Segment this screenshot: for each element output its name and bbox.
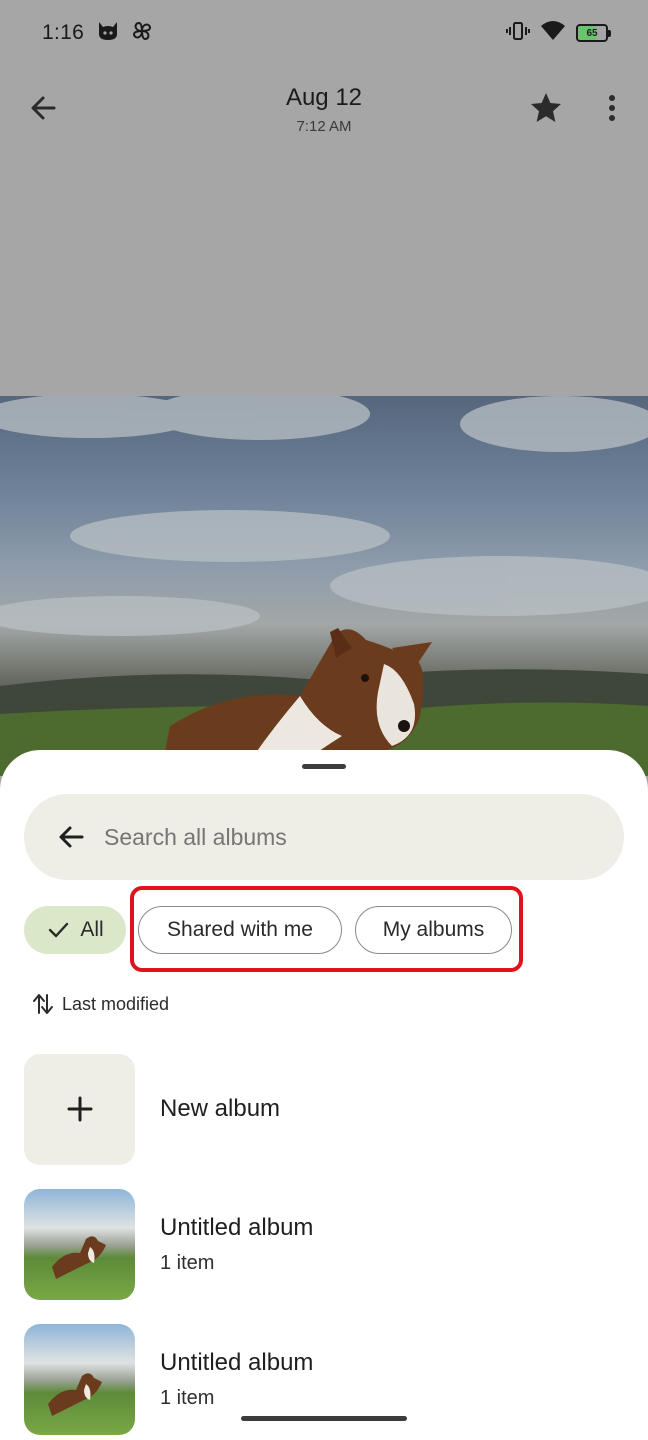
status-bar: 1:16 65: [0, 0, 648, 66]
album-list-item[interactable]: Untitled album 1 item: [24, 1188, 624, 1300]
album-name: Untitled album: [160, 1348, 314, 1376]
new-album-row[interactable]: New album: [24, 1053, 624, 1165]
album-item-count: 1 item: [160, 1251, 215, 1274]
photo-viewer-image: [0, 396, 648, 776]
highlight-annotation-box: [130, 886, 523, 972]
star-icon: [531, 93, 561, 122]
album-item-count: 1 item: [160, 1386, 215, 1409]
gesture-nav-handle[interactable]: [241, 1416, 407, 1421]
filter-chip-all[interactable]: All: [24, 906, 126, 954]
pinwheel-icon: [130, 19, 154, 48]
new-album-label: New album: [160, 1095, 281, 1122]
album-thumbnail: [24, 1188, 135, 1300]
favorite-button[interactable]: [526, 88, 566, 128]
vibrate-icon: [506, 20, 530, 47]
chip-label: All: [80, 918, 104, 941]
more-vert-icon: [609, 95, 615, 121]
status-time: 1:16: [42, 21, 85, 44]
album-picker-sheet: All Shared with me My albums Last modifi…: [0, 750, 648, 1440]
more-options-button[interactable]: [592, 88, 632, 128]
sort-label: Last modified: [62, 993, 170, 1014]
album-search-input[interactable]: [104, 823, 564, 851]
wifi-icon: [540, 20, 566, 47]
battery-level: 65: [586, 27, 598, 39]
new-album-thumb: [24, 1053, 135, 1165]
check-icon: [46, 918, 70, 942]
album-name: Untitled album: [160, 1213, 314, 1241]
sort-button[interactable]: Last modified: [32, 990, 169, 1018]
photo-top-bar: Aug 12 7:12 AM: [0, 70, 648, 150]
battery-icon: 65: [576, 24, 611, 42]
back-arrow-icon: [59, 826, 84, 848]
plus-icon: [67, 1096, 92, 1122]
album-thumbnail: [24, 1323, 135, 1435]
sheet-drag-handle[interactable]: [302, 764, 346, 769]
status-notification-icons: [96, 19, 154, 48]
status-system-icons: 65: [506, 20, 611, 47]
album-search-bar[interactable]: [24, 794, 624, 880]
sort-icon: [32, 992, 54, 1016]
cat-icon: [96, 20, 120, 47]
search-back-button[interactable]: [52, 817, 92, 857]
